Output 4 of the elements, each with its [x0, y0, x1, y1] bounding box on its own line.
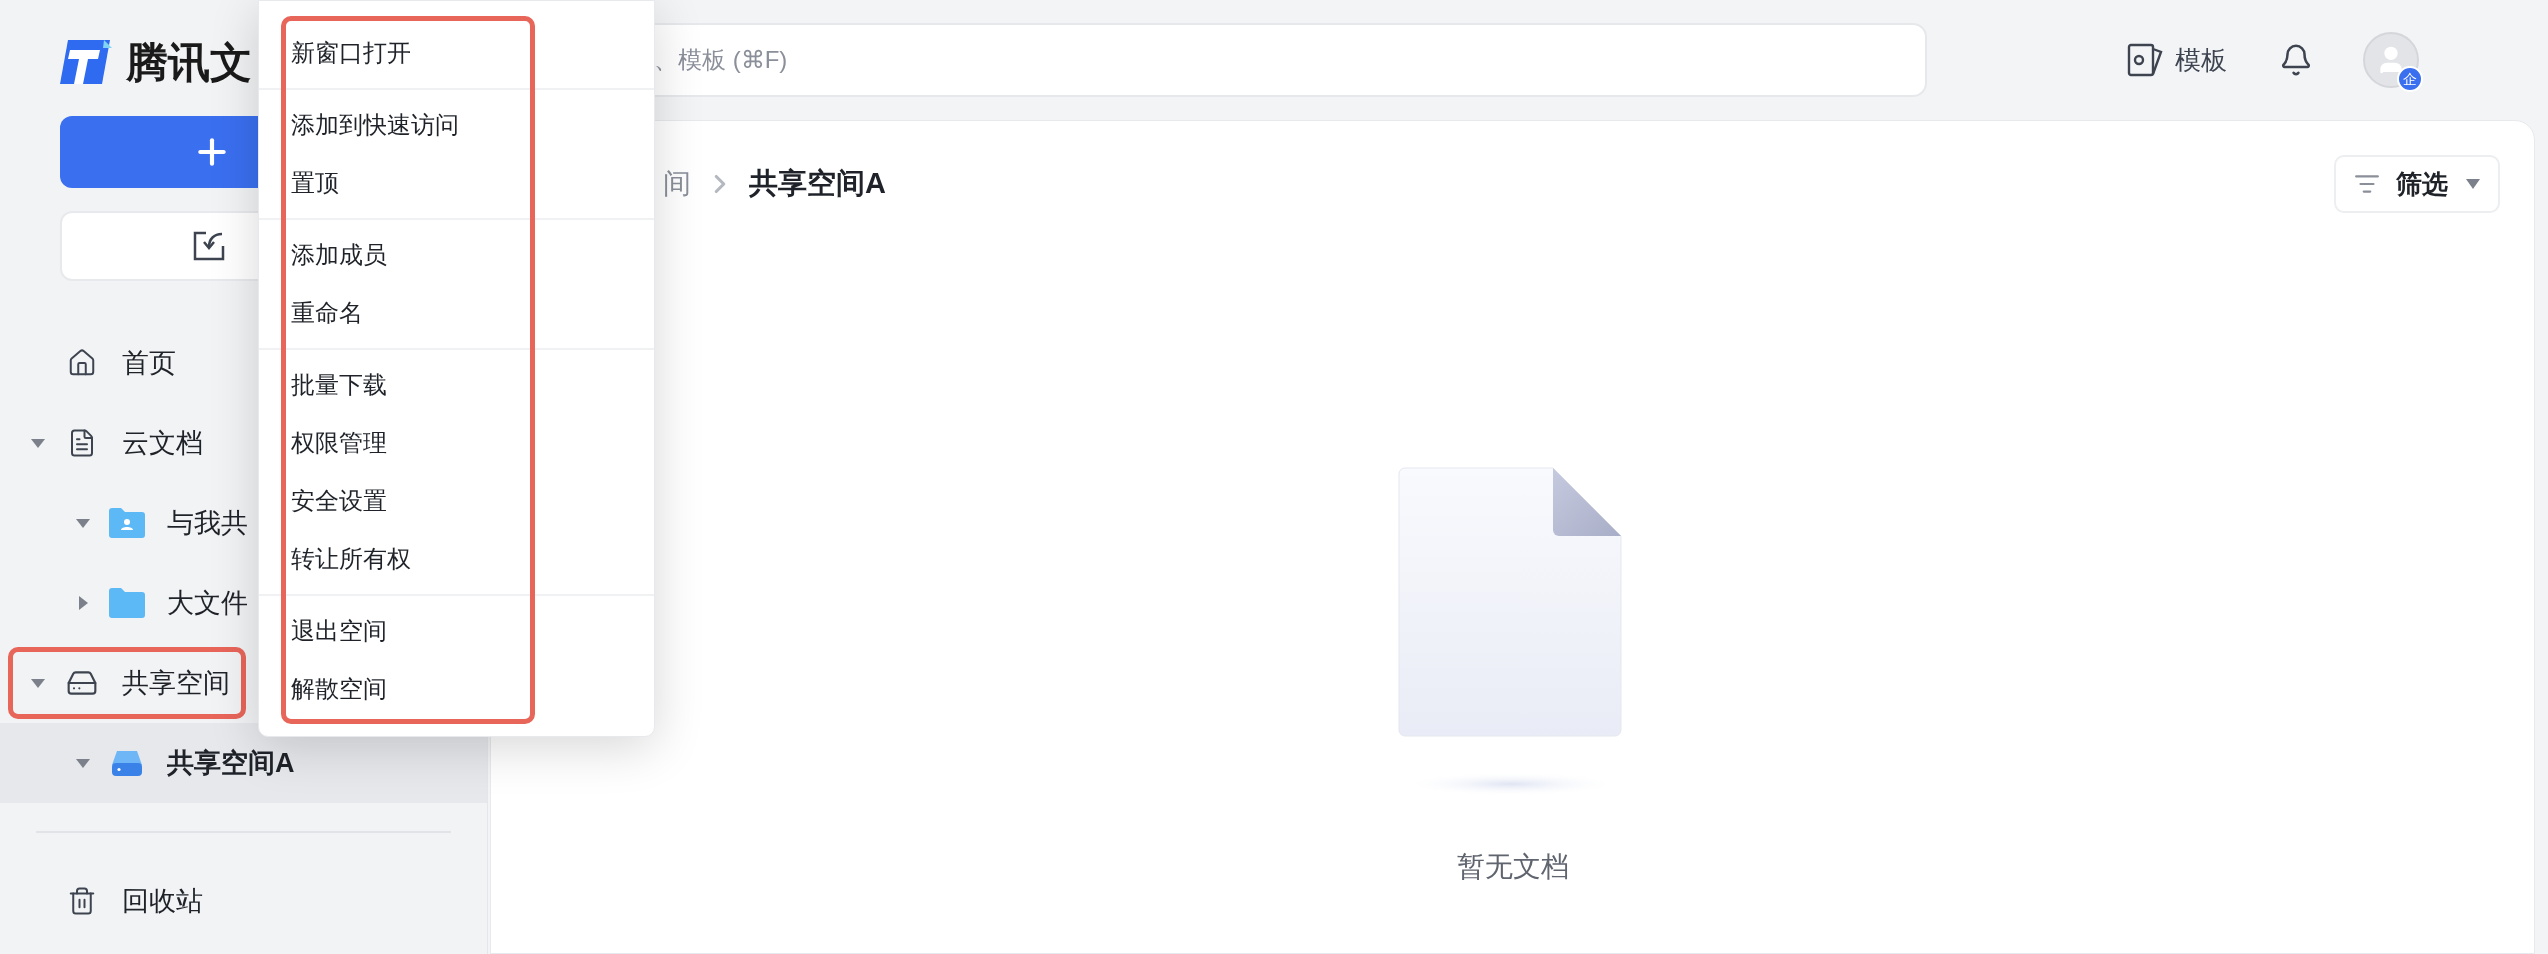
avatar-badge: 企 [2397, 66, 2423, 92]
empty-state-message: 暂无文档 [1456, 850, 1569, 884]
breadcrumb-item: 共享空间A [749, 166, 886, 202]
logo-text: 腾讯文 [126, 37, 252, 88]
